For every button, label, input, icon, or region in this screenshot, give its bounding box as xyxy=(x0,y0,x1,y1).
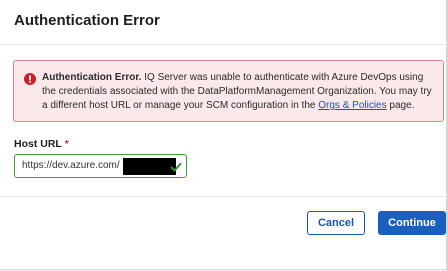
dialog-title: Authentication Error xyxy=(14,12,160,29)
host-url-label: Host URL * xyxy=(14,138,69,150)
alert-heading: Authentication Error. xyxy=(42,72,142,83)
required-marker: * xyxy=(64,138,69,150)
continue-button[interactable]: Continue xyxy=(378,211,446,235)
footer-divider xyxy=(0,196,446,197)
error-alert: Authentication Error. IQ Server was unab… xyxy=(13,60,444,122)
orgs-policies-link[interactable]: Orgs & Policies xyxy=(318,100,386,111)
header-divider xyxy=(0,44,446,45)
check-icon xyxy=(170,162,182,172)
alert-message-part2: page. xyxy=(386,100,415,111)
host-url-input[interactable]: https://dev.azure.com/ xyxy=(14,154,187,178)
redaction-box xyxy=(123,158,176,175)
authentication-error-dialog: Authentication Error Authentication Erro… xyxy=(0,0,447,270)
alert-message: Authentication Error. IQ Server was unab… xyxy=(42,71,438,113)
error-icon xyxy=(24,73,36,85)
cancel-button[interactable]: Cancel xyxy=(307,211,365,235)
host-url-label-text: Host URL xyxy=(14,138,62,150)
host-url-value[interactable]: https://dev.azure.com/ xyxy=(22,160,120,171)
